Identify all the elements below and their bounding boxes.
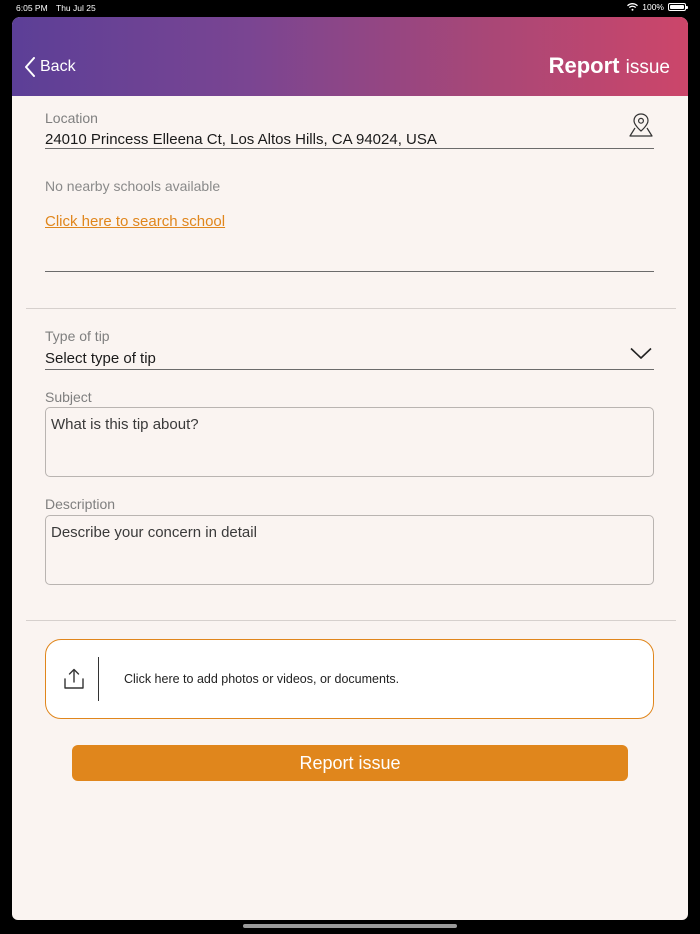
- status-right: 100%: [627, 2, 688, 12]
- page-title-light: issue: [625, 57, 670, 78]
- tip-type-select[interactable]: Select type of tip: [45, 350, 156, 367]
- upload-divider: [98, 657, 99, 701]
- report-issue-button-label: Report issue: [299, 752, 401, 773]
- upload-icon: [64, 668, 84, 689]
- back-button[interactable]: Back: [24, 57, 76, 77]
- home-indicator[interactable]: [243, 924, 457, 928]
- page-title-bold: Report: [548, 53, 620, 78]
- back-label: Back: [40, 58, 76, 75]
- section-divider: [26, 308, 676, 309]
- upload-attachments-button[interactable]: Click here to add photos or videos, or d…: [45, 639, 654, 719]
- page-title: Report issue: [549, 53, 670, 79]
- chevron-down-icon[interactable]: [630, 347, 652, 360]
- search-school-link[interactable]: Click here to search school: [45, 213, 225, 230]
- no-schools-text: No nearby schools available: [45, 178, 221, 194]
- section-divider-2: [26, 620, 676, 621]
- status-time: 6:05 PM: [16, 3, 48, 13]
- status-date: Thu Jul 25: [56, 3, 96, 13]
- school-underline: [45, 271, 654, 272]
- location-underline: [45, 148, 654, 149]
- upload-text: Click here to add photos or videos, or d…: [124, 672, 400, 686]
- status-bar: 6:05 PM Thu Jul 25 100%: [0, 0, 700, 16]
- description-placeholder: Describe your concern in detail: [51, 524, 257, 541]
- tip-type-label: Type of tip: [45, 328, 110, 344]
- tip-type-underline: [45, 369, 654, 370]
- location-field[interactable]: 24010 Princess Elleena Ct, Los Altos Hil…: [45, 131, 437, 148]
- wifi-icon: [627, 3, 639, 11]
- subject-textarea[interactable]: What is this tip about?: [45, 407, 654, 477]
- chevron-left-icon: [25, 57, 35, 77]
- battery-percent: 100%: [642, 2, 664, 12]
- navigation-bar: Back Report issue: [12, 17, 688, 96]
- battery-icon: [668, 3, 688, 11]
- subject-placeholder: What is this tip about?: [51, 416, 199, 433]
- map-pin-icon[interactable]: [629, 112, 653, 138]
- report-issue-button[interactable]: Report issue: [72, 745, 628, 781]
- description-label: Description: [45, 496, 116, 512]
- location-label: Location: [45, 110, 98, 126]
- description-textarea[interactable]: Describe your concern in detail: [45, 515, 654, 585]
- report-issue-sheet: Back Report issue Location 24010 Princes…: [12, 17, 688, 920]
- subject-label: Subject: [45, 389, 92, 405]
